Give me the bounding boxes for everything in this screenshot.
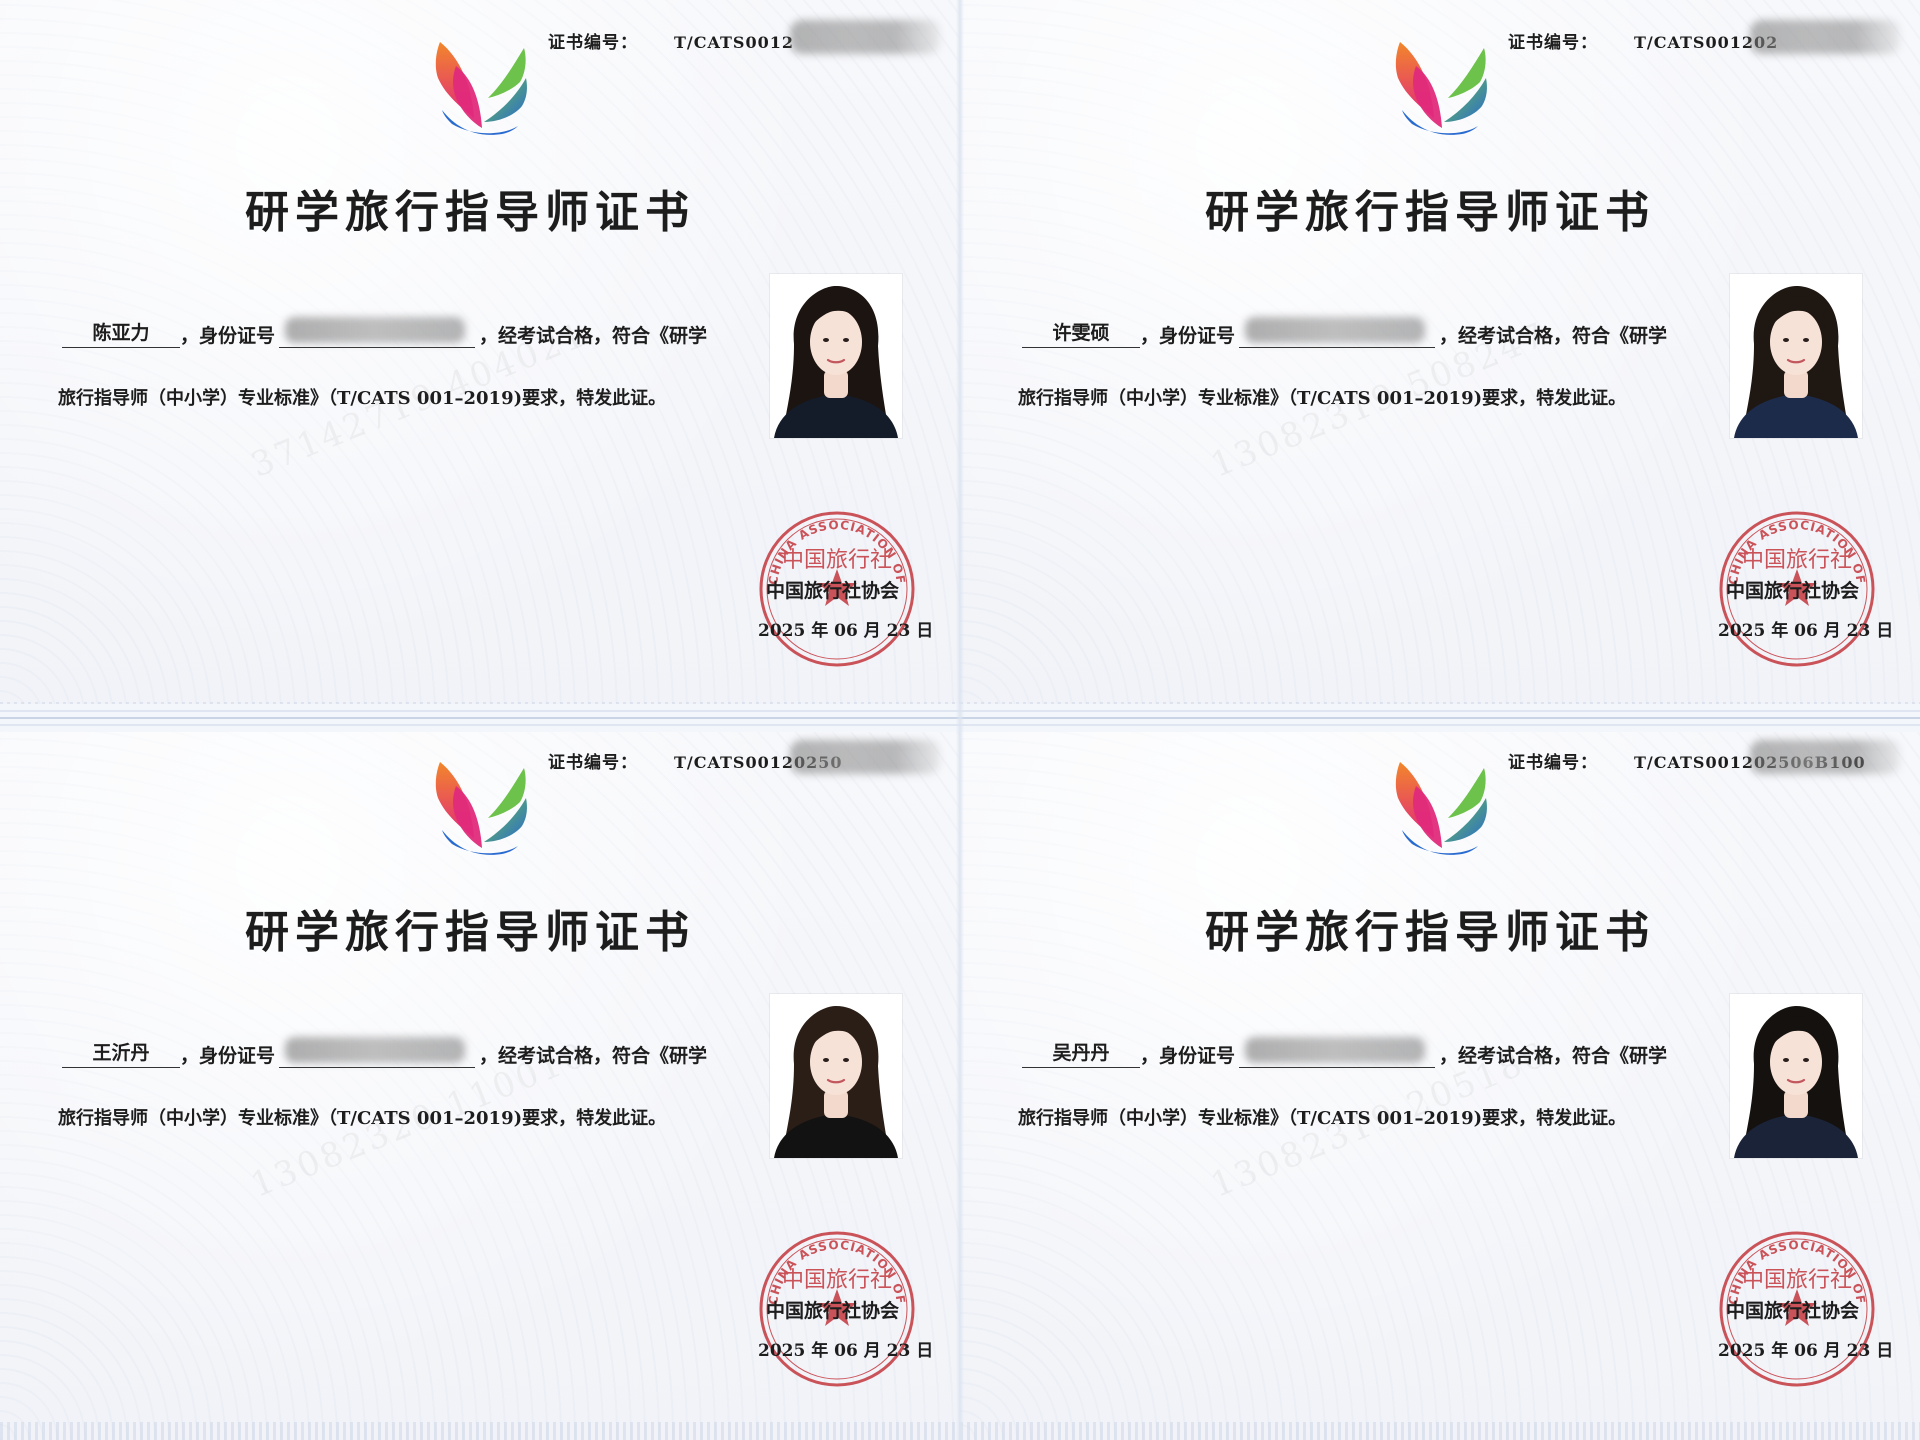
certificate-statement-line-2: 旅行指导师（中小学）专业标准》（T/CATS 001–2019)要求，特发此证。 — [58, 1108, 667, 1129]
statement-tail: ，经考试合格，符合《研学 — [479, 1045, 708, 1067]
association-logo-icon — [435, 762, 527, 855]
id-label: ，身份证号 — [180, 325, 276, 347]
redacted-certificate-number — [790, 740, 940, 774]
issuing-organization: 中国旅行社协会 — [766, 580, 900, 602]
holder-photo — [1730, 274, 1862, 438]
certificate-title: 研学旅行指导师证书 — [1205, 187, 1655, 238]
holder-name: 吴丹丹 — [1022, 1038, 1140, 1068]
association-logo-icon — [435, 42, 527, 135]
certificate-statement-line-2: 旅行指导师（中小学）专业标准》（T/CATS 001–2019)要求，特发此证。 — [1018, 388, 1627, 409]
certificate-2: 证书编号： T/CATS001202 研学旅行指导师证书 许雯硕 ，身份证号 ，… — [960, 0, 1920, 720]
certificate-statement-line-1: 吴丹丹 ，身份证号 ，经考试合格，符合《研学 — [1022, 1038, 1667, 1068]
certificate-title: 研学旅行指导师证书 — [245, 907, 695, 958]
portrait-image — [1730, 994, 1862, 1158]
id-label: ，身份证号 — [1140, 1045, 1236, 1067]
holder-name: 许雯硕 — [1022, 318, 1140, 348]
certificate-4: 证书编号：T/CATS001202506B100 研学旅行指导师证书 — [960, 720, 1920, 1440]
issue-date: 2025 年 06 月 23 日 — [1718, 621, 1894, 641]
certificate-number-label: 证书编号： — [1508, 33, 1598, 53]
issuing-organization: 中国旅行社协会 — [1726, 580, 1860, 602]
portrait-image — [1730, 274, 1862, 438]
association-logo-icon — [1395, 42, 1487, 135]
redacted-id-number — [1239, 323, 1436, 348]
redacted-certificate-number — [1750, 740, 1900, 774]
redacted-id-number — [1239, 1043, 1436, 1068]
redacted-id-number — [279, 1043, 476, 1068]
certificate-1: 证书编号： T/CATS0012 研学旅行指导师证书 陈亚力 ，身份证号 ，经考… — [0, 0, 960, 720]
association-logo-icon — [1395, 762, 1487, 855]
redacted-id-number — [279, 323, 476, 348]
issuing-organization: 中国旅行社协会 — [766, 1300, 900, 1322]
holder-photo — [770, 994, 902, 1158]
certificate-title: 研学旅行指导师证书 — [1205, 907, 1655, 958]
certificate-statement-line-2: 旅行指导师（中小学）专业标准》（T/CATS 001–2019)要求，特发此证。 — [1018, 1108, 1627, 1129]
redacted-certificate-number — [1750, 20, 1900, 54]
certificate-title: 研学旅行指导师证书 — [245, 187, 695, 238]
certificate-number: 证书编号： T/CATS001202 — [1508, 28, 1778, 53]
certificate-number-label: 证书编号： — [548, 753, 638, 773]
certificate-statement-line-2: 旅行指导师（中小学）专业标准》（T/CATS 001–2019)要求，特发此证。 — [58, 388, 667, 409]
certificate-3: 证书编号： T/CATS00120250 研学旅行指导师证书 王沂丹 ，身份证号… — [0, 720, 960, 1440]
holder-photo — [1730, 994, 1862, 1158]
statement-tail: ，经考试合格，符合《研学 — [1439, 1045, 1668, 1067]
certificate-number-label: 证书编号： — [1508, 753, 1598, 773]
holder-name: 陈亚力 — [62, 318, 180, 348]
issue-date: 2025 年 06 月 23 日 — [1718, 1341, 1894, 1361]
issuing-organization: 中国旅行社协会 — [1726, 1300, 1860, 1322]
id-label: ，身份证号 — [180, 1045, 276, 1067]
certificate-statement-line-1: 许雯硕 ，身份证号 ，经考试合格，符合《研学 — [1022, 318, 1667, 348]
certificate-number-value: T/CATS0012 — [674, 33, 795, 52]
portrait-image — [770, 994, 902, 1158]
portrait-image — [770, 274, 902, 438]
certificate-statement-line-1: 陈亚力 ，身份证号 ，经考试合格，符合《研学 — [62, 318, 707, 348]
certificate-number-label: 证书编号： — [548, 33, 638, 53]
issue-date: 2025 年 06 月 23 日 — [758, 621, 934, 641]
certificate-statement-line-1: 王沂丹 ，身份证号 ，经考试合格，符合《研学 — [62, 1038, 707, 1068]
issue-date: 2025 年 06 月 23 日 — [758, 1341, 934, 1361]
statement-tail: ，经考试合格，符合《研学 — [1439, 325, 1668, 347]
redacted-certificate-number — [790, 20, 940, 54]
id-label: ，身份证号 — [1140, 325, 1236, 347]
holder-name: 王沂丹 — [62, 1038, 180, 1068]
statement-tail: ，经考试合格，符合《研学 — [479, 325, 708, 347]
holder-photo — [770, 274, 902, 438]
certificate-number: 证书编号： T/CATS0012 — [548, 28, 794, 53]
certificate-grid: 证书编号： T/CATS0012 研学旅行指导师证书 陈亚力 ，身份证号 ，经考… — [0, 0, 1920, 1440]
